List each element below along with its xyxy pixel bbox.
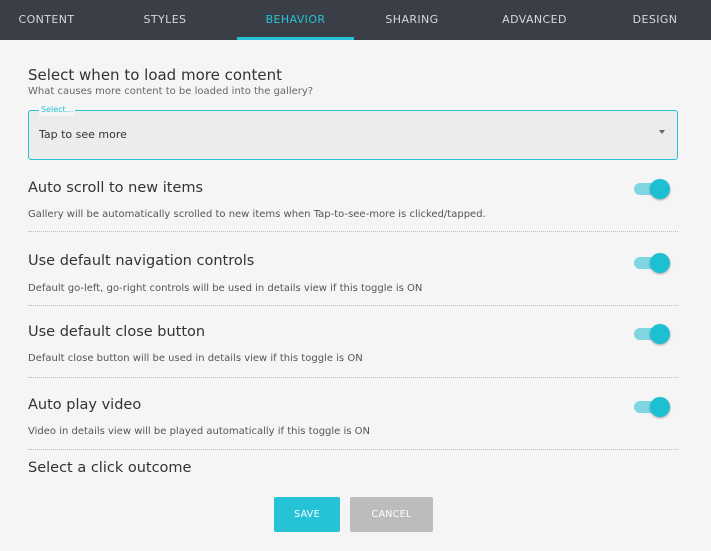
load-more-title: Select when to load more content (28, 66, 283, 84)
top-tab-bar: CONTENT STYLES BEHAVIOR SHARING ADVANCED… (0, 0, 711, 40)
auto-scroll-toggle[interactable] (634, 179, 670, 199)
close-button-toggle[interactable] (634, 324, 670, 344)
toggle-title-close-button: Use default close button (28, 324, 206, 340)
toggle-knob (650, 179, 670, 199)
toggle-knob (650, 397, 670, 417)
tab-label: ADVANCED (502, 12, 567, 26)
tab-label: DESIGN (632, 12, 678, 26)
toggle-desc-auto-scroll: Gallery will be automatically scrolled t… (28, 209, 486, 220)
toggle-desc-auto-play: Video in details view will be played aut… (28, 426, 371, 437)
toggle-knob (650, 324, 670, 344)
click-outcome-title: Select a click outcome (28, 460, 192, 476)
tab-label: SHARING (385, 12, 439, 26)
caret-down-icon (659, 130, 665, 134)
tab-label: CONTENT (18, 12, 75, 26)
select-floating-label: Select... (39, 104, 76, 116)
toggle-desc-navigation: Default go-left, go-right controls will … (28, 283, 423, 294)
divider (28, 305, 678, 306)
toggle-title-navigation: Use default navigation controls (28, 253, 255, 269)
toggle-knob (650, 253, 670, 273)
tab-design[interactable]: DESIGN (599, 0, 711, 40)
navigation-controls-toggle[interactable] (634, 253, 670, 273)
tab-sharing[interactable]: SHARING (354, 0, 470, 40)
tab-label: BEHAVIOR (265, 12, 326, 26)
load-more-subtitle: What causes more content to be loaded in… (28, 86, 314, 97)
tab-label: STYLES (143, 12, 187, 26)
tab-content[interactable]: CONTENT (0, 0, 93, 40)
tab-styles[interactable]: STYLES (93, 0, 237, 40)
auto-play-toggle[interactable] (634, 397, 670, 417)
save-button[interactable]: SAVE (274, 497, 340, 532)
tab-behavior[interactable]: BEHAVIOR (237, 0, 354, 40)
divider (28, 449, 678, 450)
select-value: Tap to see more (39, 128, 127, 141)
cancel-button[interactable]: CANCEL (350, 497, 433, 532)
divider (28, 231, 678, 232)
divider (28, 377, 678, 378)
load-more-select[interactable]: Select... Tap to see more (28, 104, 678, 160)
toggle-title-auto-play: Auto play video (28, 397, 142, 413)
toggle-title-auto-scroll: Auto scroll to new items (28, 180, 204, 196)
tab-advanced[interactable]: ADVANCED (470, 0, 599, 40)
toggle-desc-close-button: Default close button will be used in det… (28, 353, 363, 364)
